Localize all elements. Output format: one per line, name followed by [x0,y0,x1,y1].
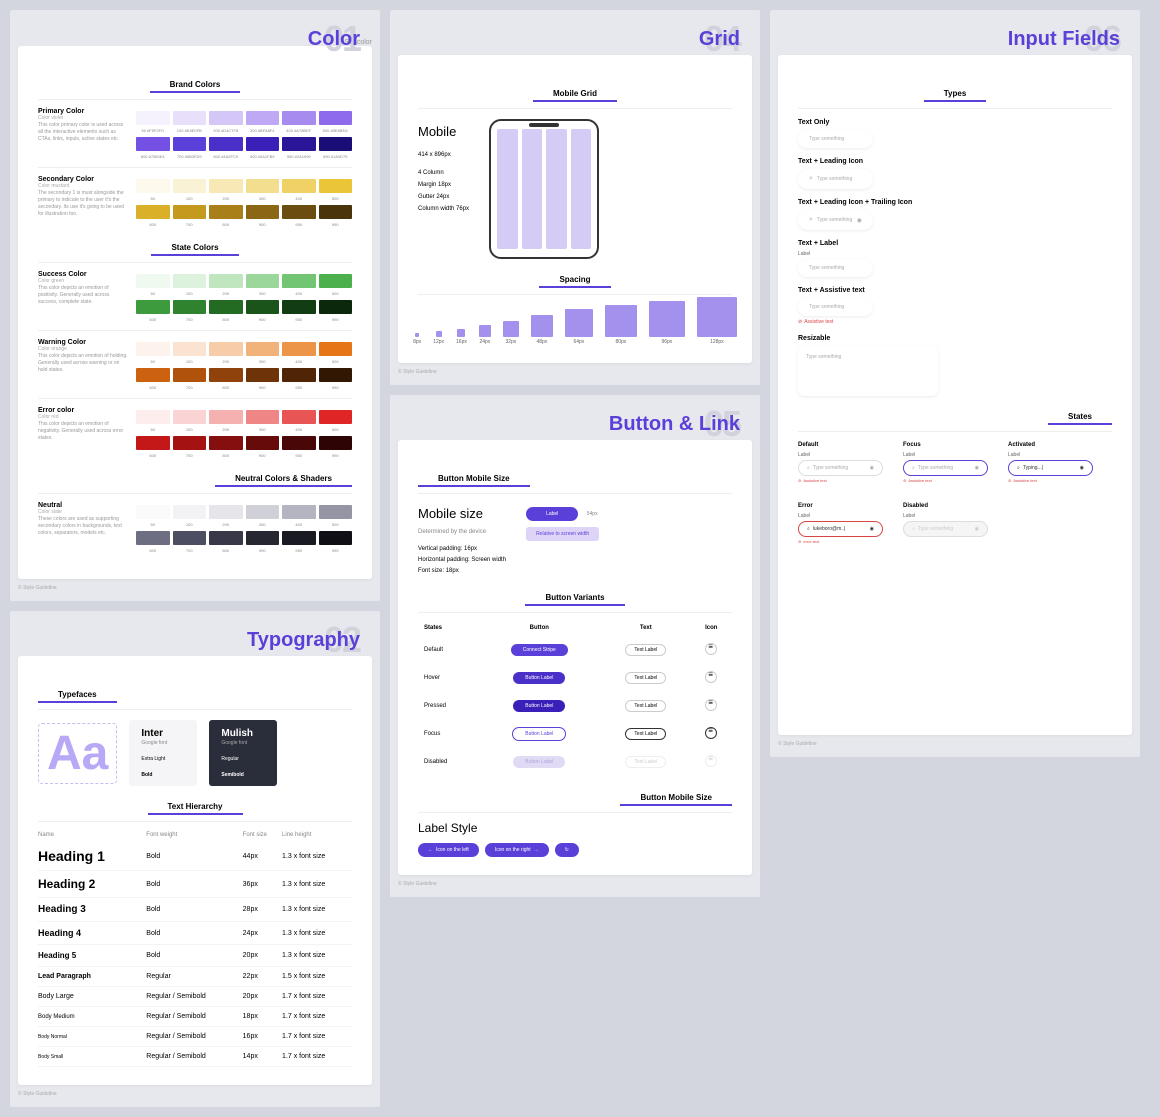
eye-icon: ◉ [975,465,979,471]
font-card-inter: Inter Google font Extra Light Bold [129,720,197,786]
page-color: 01 Color Subcolor Brand Colors Primary C… [10,10,380,601]
input-with-label[interactable]: Type something [798,259,873,277]
eye-icon: ◉ [857,217,862,224]
page-title: Color [308,28,360,51]
warning-icon: ⊘ [798,319,802,325]
section-heading: Button Variants [525,593,624,606]
footer: © Style Guideline [18,1091,372,1097]
page-input: 06 Input Fields Types Text Only Type som… [770,10,1140,757]
search-icon: ⌕ [1017,465,1020,471]
page-title: Input Fields [1008,28,1120,51]
section-heading: Neutral Colors & Shaders [215,474,352,487]
search-icon: ⌕ [807,526,810,532]
section-heading: Mobile Grid [533,89,617,102]
section-heading: Spacing [539,275,610,288]
eye-icon: ◉ [975,526,979,532]
button-specs: Mobile size Determined by the device Ver… [418,502,506,577]
page-typography: 02 Typography Typefaces Aa Inter Google … [10,611,380,1107]
search-icon: ⌕ [807,465,810,471]
eye-icon: ◉ [870,465,874,471]
search-icon: ⌕ [809,175,813,183]
warning-icon: ⊘ [798,478,801,483]
section-heading: Typefaces [38,690,117,703]
grid-specs: Mobile 414 x 896px 4 Column Margin 18px … [418,119,469,259]
font-card-mulish: Mulish Google font Regular Semibold [209,720,277,786]
eye-icon: ◉ [1080,465,1084,471]
input-state-default[interactable]: ⌕Type something◉ [798,460,883,476]
footer: © Style Guideline [398,369,752,375]
sample-button[interactable]: Label [526,507,578,521]
button-icon-right[interactable]: Icon on the right → [485,843,549,857]
phone-mockup [489,119,599,259]
footer: © Style Guideline [778,741,1132,747]
footer: © Style Guideline [398,881,752,887]
input-with-assistive[interactable]: Type something [798,298,873,316]
page-grid: 04 Grid Mobile Grid Mobile 414 x 896px 4… [390,10,760,385]
page-title: Button & Link [609,413,740,436]
input-state-error[interactable]: ⌕lukeboro@m..|◉ [798,521,883,537]
input-state-focus[interactable]: ⌕Type something◉ [903,460,988,476]
input-state-activated[interactable]: ⌕Typing...|◉ [1008,460,1093,476]
button-variants-table: StatesButtonTextIcon DefaultConnect Stri… [418,619,732,777]
section-heading: Text Hierarchy [148,802,243,815]
glyph-sample: Aa [38,723,117,784]
search-icon: ⌕ [809,216,813,224]
spacing-scale: 8px12px16px24px32px48px64px80px96px128px [418,305,732,345]
warning-icon: ⊘ [1008,478,1011,483]
search-icon: ⌕ [912,526,915,532]
button-icon-left[interactable]: ← Icon on the left [418,843,479,857]
footer: © Style Guideline [18,585,372,591]
section-heading: Brand Colors [150,80,241,93]
page-button: 05 Button & Link Button Mobile Size Mobi… [390,395,760,897]
input-leading-trailing-icon[interactable]: ⌕Type something◉ [798,210,873,230]
input-text-only[interactable]: Type something [798,130,873,148]
section-heading: Button Mobile Size [620,793,732,806]
input-leading-icon[interactable]: ⌕Type something [798,169,873,189]
warning-icon: ⊘ [798,539,801,544]
width-hint: Relative to screen width [526,527,599,541]
input-state-disabled[interactable]: ⌕Type something◉ [903,521,988,537]
section-heading: State Colors [151,243,238,256]
button-icon-only[interactable]: ↻ [555,843,579,857]
label-style-heading: Label Style [418,821,732,835]
eye-icon: ◉ [870,526,874,532]
input-resizable[interactable]: Type something [798,346,938,396]
type-hierarchy-table: NameFont weightFont sizeLine height Head… [38,828,352,1067]
page-title: Grid [699,28,740,51]
section-heading: States [1048,412,1112,425]
section-heading: Button Mobile Size [418,474,530,487]
search-icon: ⌕ [912,465,915,471]
warning-icon: ⊘ [903,478,906,483]
section-heading: Types [924,89,987,102]
page-title: Typography [247,629,360,652]
